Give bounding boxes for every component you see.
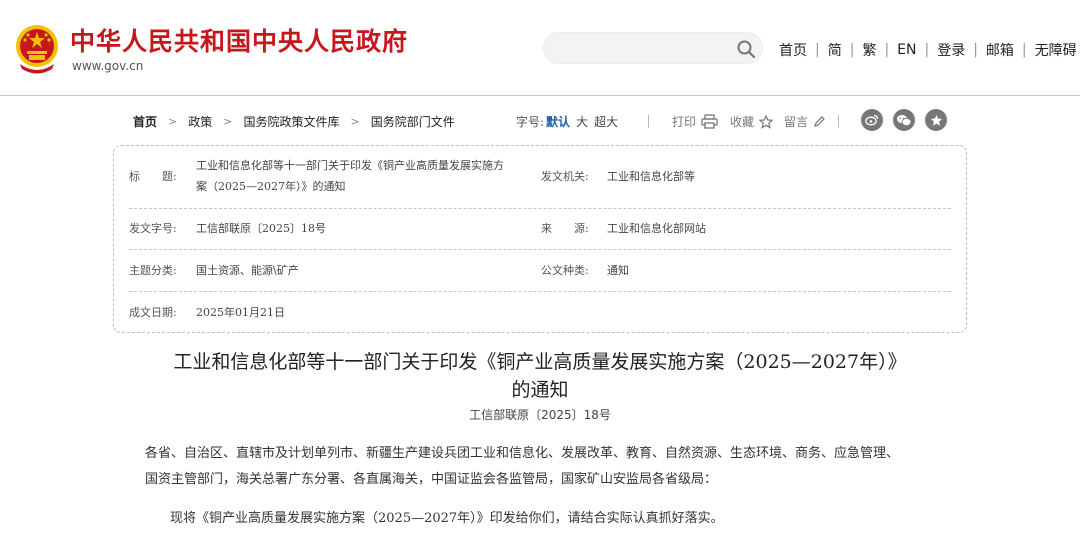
nav-separator: |: [815, 42, 820, 58]
search-box: [543, 32, 763, 64]
breadcrumb-policy[interactable]: 政策: [188, 113, 212, 130]
nav-separator: |: [973, 42, 978, 58]
search-icon[interactable]: [736, 39, 756, 59]
toolbar-divider: [648, 115, 649, 128]
print-button[interactable]: 打印: [672, 113, 718, 130]
article-toolbar: 首页 > 政策 > 国务院政策文件库 > 国务院部门文件 字号: 默认大超大 打印…: [0, 106, 1080, 136]
document-info-panel: 标 题: 工业和信息化部等十一部门关于印发《铜产业高质量发展实施方 案（2025…: [113, 145, 967, 333]
doc-type-value: 通知: [607, 264, 629, 277]
doc-type-label: 公文种类:: [541, 264, 589, 277]
recipient-line1: 各省、自治区、直辖市及计划单列市、新疆生产建设兵团工业和信息化、发展改革、教育、…: [145, 446, 900, 461]
nav-home-link[interactable]: 首页: [779, 40, 807, 60]
info-row-doc-no: 发文字号: 工信部联原〔2025〕18号 来 源: 工业和信息化部网站: [129, 209, 951, 250]
pencil-icon: [814, 116, 825, 127]
date-value: 2025年01月21日: [196, 306, 285, 319]
source-label: 来 源:: [541, 222, 589, 235]
nav-mail-link[interactable]: 邮箱: [986, 40, 1014, 60]
font-size-default[interactable]: 默认: [546, 115, 570, 129]
print-label: 打印: [672, 115, 697, 129]
national-emblem-icon[interactable]: [14, 24, 60, 74]
doc-no-label: 发文字号:: [129, 222, 177, 235]
category-value: 国土资源、能源\矿产: [196, 264, 299, 277]
date-label: 成文日期:: [129, 306, 177, 319]
site-url: www.gov.cn: [72, 59, 144, 73]
source-value: 工业和信息化部网站: [607, 222, 706, 235]
breadcrumb: 首页 > 政策 > 国务院政策文件库 > 国务院部门文件: [133, 113, 455, 130]
font-size-xlarge[interactable]: 超大: [594, 115, 618, 129]
info-row-date: 成文日期: 2025年01月21日: [129, 292, 951, 332]
article-doc-number: 工信部联原〔2025〕18号: [469, 408, 611, 422]
article-title: 工业和信息化部等十一部门关于印发《铜产业高质量发展实施方案（2025—2027年…: [130, 348, 950, 404]
info-row-category: 主题分类: 国土资源、能源\矿产 公文种类: 通知: [129, 250, 951, 292]
nav-separator: |: [884, 42, 890, 58]
recipient-paragraph: 各省、自治区、直辖市及计划单列市、新疆生产建设兵团工业和信息化、发展改革、教育、…: [145, 441, 945, 493]
nav-simplified-link[interactable]: 简: [828, 40, 842, 60]
issuer-label: 发文机关:: [541, 170, 589, 183]
breadcrumb-department-docs[interactable]: 国务院部门文件: [371, 113, 455, 130]
site-name[interactable]: 中华人民共和国中央人民政府: [70, 22, 408, 58]
font-size-selector: 字号: 默认大超大: [516, 113, 618, 130]
category-label: 主题分类:: [129, 264, 177, 277]
font-size-large[interactable]: 大: [576, 115, 588, 129]
article-title-line1: 工业和信息化部等十一部门关于印发《铜产业高质量发展实施方案（2025—2027年…: [173, 351, 907, 373]
nav-separator: |: [924, 42, 930, 58]
nav-separator: |: [849, 42, 855, 58]
title-value-line1: 工业和信息化部等十一部门关于印发《铜产业高质量发展实施方: [196, 159, 504, 172]
star-outline-icon: [759, 114, 774, 129]
title-label: 标 题:: [129, 170, 177, 183]
nav-accessibility-link[interactable]: 无障碍: [1035, 40, 1077, 60]
nav-login-link[interactable]: 登录: [937, 40, 965, 60]
breadcrumb-home[interactable]: 首页: [133, 113, 157, 130]
breadcrumb-policy-library[interactable]: 国务院政策文件库: [243, 113, 339, 130]
title-value-line2: 案（2025—2027年）》的通知: [196, 180, 346, 193]
nav-english-link[interactable]: EN: [897, 42, 916, 58]
chevron-right-icon: >: [168, 115, 178, 128]
favorite-label: 收藏: [730, 115, 755, 129]
comment-label: 留言: [784, 115, 809, 129]
chevron-right-icon: >: [223, 115, 233, 128]
recipient-line2: 国资主管部门，海关总署广东分署、各直属海关，中国证监会各监管局，国家矿山安监局各…: [145, 472, 718, 487]
comment-button[interactable]: 留言: [784, 113, 826, 130]
search-input[interactable]: [560, 33, 730, 63]
article-title-line2: 的通知: [511, 379, 569, 401]
nav-separator: |: [1021, 42, 1027, 58]
top-nav: 首页 | 简 | 繁 | EN | 登录 | 邮箱 | 无障碍: [779, 40, 1077, 60]
body-paragraph: 现将《铜产业高质量发展实施方案（2025—2027年）》印发给你们，请结合实际认…: [170, 511, 724, 526]
info-row-title: 标 题: 工业和信息化部等十一部门关于印发《铜产业高质量发展实施方 案（2025…: [129, 146, 951, 209]
weibo-icon[interactable]: [861, 109, 883, 131]
wechat-icon[interactable]: [893, 109, 915, 131]
star-icon[interactable]: [925, 109, 947, 131]
doc-no-value: 工信部联原〔2025〕18号: [196, 222, 326, 235]
printer-icon: [701, 114, 718, 129]
site-header: 中华人民共和国中央人民政府 www.gov.cn 首页 | 简 | 繁 | EN…: [0, 0, 1080, 96]
font-size-label: 字号:: [516, 115, 545, 129]
nav-traditional-link[interactable]: 繁: [862, 40, 876, 60]
toolbar-divider: [838, 115, 839, 128]
favorite-button[interactable]: 收藏: [730, 113, 774, 130]
issuer-value: 工业和信息化部等: [607, 170, 695, 183]
chevron-right-icon: >: [350, 115, 360, 128]
